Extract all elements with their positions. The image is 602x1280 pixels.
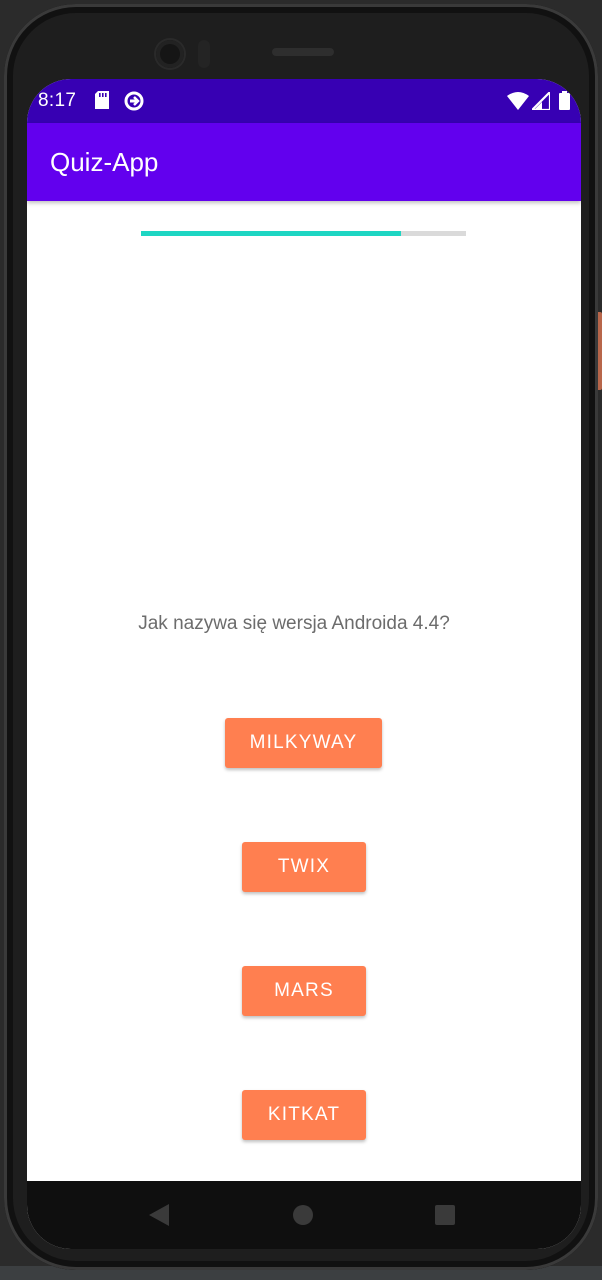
answer-button-twix[interactable]: TWIX bbox=[242, 842, 366, 892]
home-icon[interactable] bbox=[293, 1205, 313, 1225]
device-screen: 8:17 Quiz-App Jak nazywa się wersja Andr… bbox=[27, 79, 581, 1249]
sd-card-icon bbox=[95, 91, 109, 109]
phone-body: 8:17 Quiz-App Jak nazywa się wersja Andr… bbox=[4, 4, 598, 1270]
signal-icon bbox=[532, 92, 550, 110]
answer-button-mars[interactable]: MARS bbox=[242, 966, 366, 1016]
emulator-frame: 8:17 Quiz-App Jak nazywa się wersja Andr… bbox=[0, 0, 602, 1280]
progress-fill bbox=[141, 231, 401, 236]
recents-icon[interactable] bbox=[435, 1205, 455, 1225]
back-icon[interactable] bbox=[149, 1204, 169, 1226]
earpiece-speaker bbox=[272, 48, 334, 56]
answer-button-kitkat[interactable]: KITKAT bbox=[242, 1090, 366, 1140]
quiz-progress-bar bbox=[141, 231, 466, 236]
wifi-icon bbox=[507, 92, 529, 110]
battery-icon bbox=[559, 91, 570, 110]
status-bar: 8:17 bbox=[27, 79, 581, 123]
question-text: Jak nazywa się wersja Androida 4.4? bbox=[138, 613, 450, 634]
sync-icon bbox=[124, 91, 144, 111]
app-bar: Quiz-App bbox=[27, 123, 581, 201]
answer-button-milkyway[interactable]: MILKYWAY bbox=[225, 718, 382, 768]
app-title: Quiz-App bbox=[50, 147, 159, 177]
navigation-bar bbox=[27, 1181, 581, 1249]
sensor-icon bbox=[198, 40, 210, 68]
status-time: 8:17 bbox=[38, 90, 77, 111]
front-camera-icon bbox=[156, 40, 184, 68]
